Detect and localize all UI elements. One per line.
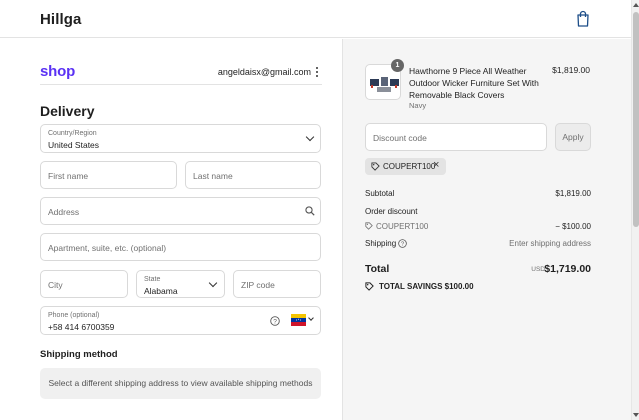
applied-discount-chip: COUPERT100 × — [365, 158, 446, 175]
zip-input[interactable]: ZIP code — [233, 270, 321, 298]
chevron-down-icon — [208, 278, 218, 288]
applied-code: COUPERT100 — [383, 162, 436, 171]
shipping-method-notice: Select a different shipping address to v… — [40, 368, 321, 399]
total-value: $1,719.00 — [544, 263, 591, 275]
tag-icon — [371, 162, 380, 171]
checkout-form: shop angeldaisx@gmail.com Delivery Count… — [0, 39, 342, 420]
shipping-label: Shipping — [365, 239, 397, 248]
quantity-badge: 1 — [391, 59, 404, 72]
subtotal-value: $1,819.00 — [555, 189, 591, 198]
remove-discount-icon[interactable]: × — [433, 159, 439, 171]
country-label: Country/Region — [48, 130, 97, 137]
svg-text:?: ? — [273, 318, 277, 325]
chevron-down-icon — [305, 132, 315, 142]
phone-label: Phone (optional) — [48, 312, 100, 319]
scroll-thumb[interactable] — [633, 12, 639, 227]
shipping-value: Enter shipping address — [509, 239, 591, 248]
discount-code-label: COUPERT100 — [376, 222, 429, 231]
scroll-down-arrow-icon[interactable] — [633, 413, 639, 417]
total-label: Total — [365, 263, 390, 275]
city-placeholder: City — [48, 280, 63, 290]
zip-placeholder: ZIP code — [241, 280, 275, 290]
currency-code: USD — [531, 266, 545, 273]
page-scrollbar[interactable] — [631, 0, 639, 420]
divider — [40, 84, 322, 85]
state-select[interactable]: State Alabama — [136, 270, 225, 298]
venezuela-flag-icon[interactable] — [291, 314, 306, 326]
first-name-placeholder: First name — [48, 171, 89, 181]
account-email: angeldaisx@gmail.com — [217, 67, 311, 77]
discount-code-input[interactable]: Discount code — [365, 123, 547, 151]
product-name: Hawthorne 9 Piece All Weather Outdoor Wi… — [409, 66, 539, 100]
help-circle-icon[interactable]: ? — [398, 239, 407, 248]
shop-pay-logo: shop — [40, 63, 76, 80]
apply-discount-button[interactable]: Apply — [555, 123, 591, 151]
savings-value: $100.00 — [444, 282, 474, 291]
product-price: $1,819.00 — [552, 65, 590, 75]
country-value: United States — [48, 140, 100, 150]
shopping-bag-icon[interactable] — [576, 10, 590, 27]
help-circle-icon[interactable]: ? — [270, 316, 280, 326]
scroll-up-arrow-icon[interactable] — [633, 3, 639, 7]
savings-label: TOTAL SAVINGS — [379, 282, 443, 291]
tag-icon — [365, 282, 374, 291]
subtotal-label: Subtotal — [365, 189, 395, 198]
discount-value: − $100.00 — [555, 222, 591, 231]
tag-icon — [365, 222, 373, 230]
state-label: State — [144, 276, 161, 283]
last-name-input[interactable]: Last name — [185, 161, 321, 189]
country-select[interactable]: Country/Region United States — [40, 124, 321, 153]
search-icon — [305, 206, 315, 216]
store-brand[interactable]: Hillga — [40, 11, 81, 28]
shipping-method-title: Shipping method — [40, 349, 118, 360]
order-summary: 1 Hawthorne 9 Piece All Weather Outdoor … — [342, 39, 631, 420]
phone-input[interactable]: Phone (optional) +58 414 6700359 ? — [40, 306, 321, 335]
apartment-input[interactable]: Apartment, suite, etc. (optional) — [40, 233, 321, 261]
discount-placeholder: Discount code — [373, 133, 427, 143]
last-name-placeholder: Last name — [193, 171, 233, 181]
phone-value: +58 414 6700359 — [48, 322, 115, 332]
store-header: Hillga — [0, 0, 631, 38]
product-variant: Navy — [409, 101, 427, 110]
chevron-down-icon — [308, 315, 314, 321]
more-options-icon[interactable] — [316, 67, 319, 77]
state-value: Alabama — [144, 286, 178, 296]
apartment-placeholder: Apartment, suite, etc. (optional) — [48, 243, 167, 253]
address-input[interactable]: Address — [40, 197, 321, 225]
address-placeholder: Address — [48, 207, 80, 217]
order-discount-label: Order discount — [365, 207, 418, 216]
first-name-input[interactable]: First name — [40, 161, 177, 189]
city-input[interactable]: City — [40, 270, 128, 298]
delivery-title: Delivery — [40, 103, 95, 119]
